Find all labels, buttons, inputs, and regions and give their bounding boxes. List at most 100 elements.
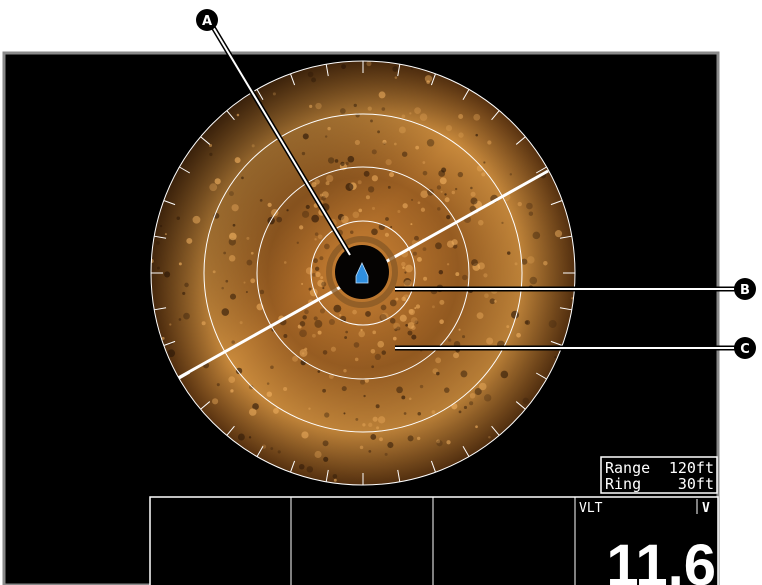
- sonar-speckle: [483, 161, 486, 164]
- sonar-speckle: [365, 311, 371, 317]
- voltage-unit: V: [702, 501, 710, 516]
- voltage-label: VLT: [579, 501, 603, 516]
- sonar-speckle: [322, 440, 329, 447]
- sonar-speckle: [176, 216, 181, 221]
- sonar-speckle: [410, 223, 413, 226]
- sonar-speckle: [212, 398, 219, 405]
- sonar-speckle: [184, 282, 189, 288]
- sonar-speckle: [408, 397, 412, 401]
- sonar-speckle: [212, 270, 216, 274]
- sonar-speckle: [298, 463, 305, 470]
- sonar-speckle: [437, 207, 441, 211]
- sonar-speckle: [377, 340, 385, 348]
- sonar-speckle: [266, 391, 273, 397]
- sonar-speckle: [324, 412, 330, 418]
- sonar-speckle: [201, 321, 206, 326]
- sonar-speckle: [374, 353, 381, 361]
- sonar-speckle: [277, 450, 281, 454]
- sonar-speckle: [527, 256, 535, 264]
- sonar-speckle: [314, 319, 323, 328]
- sonar-speckle: [314, 450, 322, 459]
- sonar-speckle: [517, 201, 522, 207]
- sonar-speckle: [377, 130, 380, 134]
- sonar-speckle: [475, 425, 478, 429]
- sonar-speckle: [251, 144, 255, 148]
- sonar-speckle: [228, 191, 234, 197]
- sonar-speckle: [368, 449, 372, 453]
- sonar-speckle: [333, 478, 337, 482]
- sonar-speckle: [164, 271, 171, 278]
- sonar-speckle: [327, 157, 335, 164]
- sonar-speckle: [178, 318, 182, 321]
- sonar-speckle: [435, 357, 442, 364]
- sonar-speckle: [390, 225, 393, 228]
- sonar-speckle: [470, 197, 478, 205]
- sonar-speckle: [381, 107, 386, 111]
- sonar-speckle: [394, 76, 398, 79]
- sonar-speckle: [416, 256, 422, 262]
- sonar-speckle: [270, 365, 274, 370]
- sonar-speckle: [315, 102, 322, 110]
- sonar-speckle: [343, 412, 346, 415]
- sonar-speckle: [401, 261, 406, 267]
- sonar-speckle: [397, 209, 401, 214]
- sonar-speckle: [301, 210, 310, 218]
- sonar-speckle: [314, 266, 320, 271]
- sonar-speckle: [246, 236, 250, 240]
- sonar-speckle: [463, 405, 468, 410]
- sonar-speckle: [436, 440, 443, 447]
- sonar-speckle: [308, 287, 312, 291]
- sonar-speckle: [249, 408, 257, 416]
- sonar-speckle: [339, 313, 342, 317]
- sonar-speckle: [353, 103, 357, 108]
- sonar-speckle: [473, 113, 481, 121]
- sonar-speckle: [352, 309, 357, 315]
- sonar-speckle: [411, 198, 414, 201]
- sonar-speckle: [358, 208, 363, 213]
- sonar-speckle: [455, 187, 458, 191]
- sonar-speckle: [415, 145, 420, 150]
- sonar-speckle: [302, 315, 307, 320]
- sonar-speckle: [401, 395, 406, 400]
- sonar-speckle: [441, 167, 447, 173]
- sonar-speckle: [401, 114, 406, 119]
- sonar-speckle: [354, 357, 359, 362]
- sonar-speckle: [221, 286, 224, 290]
- sonar-speckle: [192, 215, 201, 224]
- sonar-speckle: [446, 440, 451, 445]
- sonar-speckle: [355, 417, 359, 421]
- sonar-speckle: [446, 214, 451, 220]
- sonar-speckle: [324, 243, 330, 250]
- sonar-speckle: [440, 190, 443, 193]
- sonar-speckle: [345, 330, 349, 334]
- sonar-speckle: [363, 394, 366, 398]
- sonar-speckle: [306, 466, 314, 473]
- sonar-speckle: [385, 217, 389, 221]
- sonar-speckle: [554, 356, 557, 359]
- sonar-speckle: [371, 149, 377, 155]
- sonar-speckle: [411, 334, 417, 340]
- sonar-speckle: [156, 241, 160, 245]
- sonar-speckle: [506, 251, 511, 255]
- sonar-speckle: [408, 308, 414, 314]
- sonar-speckle: [476, 312, 484, 320]
- sonar-speckle: [229, 389, 234, 393]
- sonar-speckle: [469, 401, 474, 406]
- sonar-speckle: [486, 337, 494, 345]
- sonar-speckle: [524, 320, 529, 325]
- sonar-speckle: [362, 423, 366, 427]
- sonar-speckle: [445, 125, 453, 132]
- sonar-speckle: [548, 319, 557, 328]
- sonar-speckle: [299, 225, 304, 230]
- sonar-speckle: [304, 309, 309, 315]
- sonar-speckle: [426, 139, 435, 147]
- sonar-speckle: [305, 204, 310, 210]
- sonar-speckle: [327, 126, 331, 131]
- sonar-speckle: [267, 202, 272, 207]
- sonar-speckle: [319, 308, 326, 314]
- sonar-speckle: [334, 159, 339, 163]
- sonar-speckle: [311, 214, 320, 223]
- sonar-speckle: [411, 325, 416, 330]
- sonar-speckle: [457, 171, 464, 178]
- sonar-speckle: [286, 209, 289, 212]
